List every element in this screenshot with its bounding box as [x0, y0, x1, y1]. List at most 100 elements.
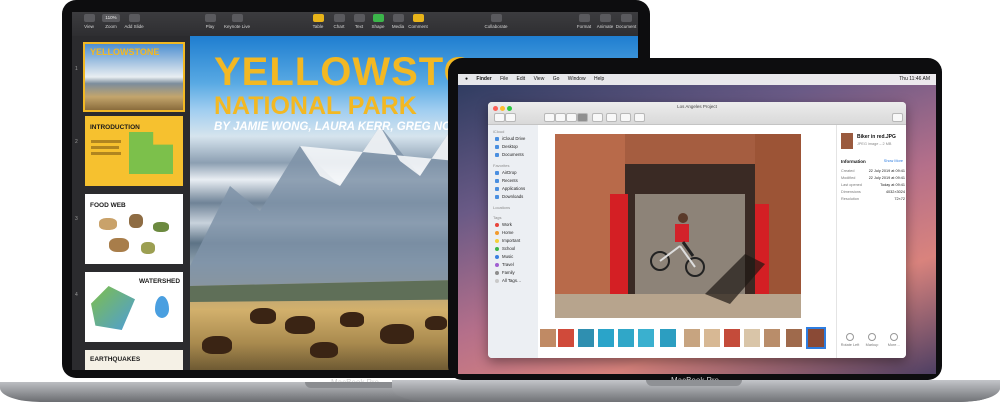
format-button[interactable]: Format [574, 14, 594, 29]
slide-thumbnail-1[interactable]: YELLOWSTONE [83, 42, 185, 112]
action-button[interactable] [606, 113, 617, 122]
gallery-thumbnail[interactable] [684, 329, 700, 347]
slide-byline: BY JAMIE WONG, LAURA KERR, GREG NOVICK [214, 121, 479, 133]
menu-go[interactable]: Go [553, 74, 560, 85]
sidebar-tag-all[interactable]: All Tags… [495, 278, 521, 284]
share-button[interactable] [620, 113, 631, 122]
sidebar-tag-work[interactable]: Work [495, 222, 512, 228]
show-more-link[interactable]: Show More [884, 159, 903, 163]
macbook-left-notch [305, 382, 400, 388]
view-button[interactable]: View [78, 14, 100, 29]
menu-clock[interactable]: Thu 11:46 AM [899, 74, 930, 85]
back-button[interactable] [494, 113, 505, 122]
play-button[interactable]: Play [200, 14, 220, 29]
menu-view[interactable]: View [534, 74, 545, 85]
tag-dot-icon [495, 262, 499, 267]
shape-button[interactable]: Shape [368, 14, 388, 29]
slide-thumbnail-3[interactable]: FOOD WEB [85, 194, 183, 264]
sidebar-item-downloads[interactable]: Downloads [495, 194, 523, 200]
sidebar-tag-family[interactable]: Family [495, 270, 515, 276]
sidebar-icon [83, 14, 95, 22]
sidebar-tag-travel[interactable]: Travel [495, 262, 514, 268]
gallery-thumbnail[interactable] [764, 329, 780, 347]
sidebar-item-icloud-drive[interactable]: iCloud Drive [495, 136, 525, 142]
slide-thumbnail-4[interactable]: WATERSHED [85, 272, 183, 342]
sidebar-item-desktop[interactable]: Desktop [495, 144, 518, 150]
search-button[interactable] [892, 113, 903, 122]
menu-bar: ● Finder File Edit View Go Window Help T… [458, 74, 936, 85]
cloud-icon [495, 136, 499, 141]
apple-icon[interactable]: ● [465, 74, 468, 85]
animate-button[interactable]: Animate [594, 14, 616, 29]
add-slide-button[interactable]: Add Slide [122, 14, 146, 29]
media-button[interactable]: Media [388, 14, 408, 29]
list-view-button[interactable] [555, 113, 566, 122]
collaborate-button[interactable]: Collaborate [482, 14, 510, 29]
text-button[interactable]: Text [349, 14, 369, 29]
gallery-preview-image[interactable] [555, 134, 801, 318]
menu-finder[interactable]: Finder [476, 74, 491, 85]
gallery-thumbnail[interactable] [744, 329, 760, 347]
tag-button[interactable] [634, 113, 645, 122]
shape-icon [372, 14, 384, 22]
collaborate-icon [490, 14, 502, 22]
slide-thumbnail-5[interactable]: EARTHQUAKES [85, 350, 183, 370]
column-view-button[interactable] [566, 113, 577, 122]
sidebar-tag-music[interactable]: Music [495, 254, 513, 260]
forward-button[interactable] [505, 113, 516, 122]
gallery-thumbnail-strip [538, 327, 830, 350]
gallery-thumbnail[interactable] [540, 329, 556, 347]
gallery-thumbnail[interactable] [618, 329, 634, 347]
icon-view-button[interactable] [544, 113, 555, 122]
applications-icon [495, 186, 499, 191]
finder-sidebar: iCloud iCloud Drive Desktop Documents Fa… [488, 125, 538, 358]
group-button[interactable] [592, 113, 603, 122]
keynote-live-button[interactable]: Keynote Live [222, 14, 252, 29]
markup-button[interactable]: Markup [861, 333, 883, 347]
gallery-thumbnail-selected[interactable] [806, 327, 826, 349]
document-button[interactable]: Document [615, 14, 637, 29]
info-row-dimensions: Dimensions 4032×3024 [841, 190, 905, 194]
gallery-thumbnail[interactable] [578, 329, 594, 347]
sidebar-item-applications[interactable]: Applications [495, 186, 525, 192]
sidebar-item-documents[interactable]: Documents [495, 152, 524, 158]
sidebar-tag-school[interactable]: School [495, 246, 515, 252]
menu-edit[interactable]: Edit [517, 74, 526, 85]
media-icon [392, 14, 404, 22]
gallery-view-button[interactable] [577, 113, 588, 122]
sidebar-tag-home[interactable]: Home [495, 230, 513, 236]
gallery-thumbnail[interactable] [558, 329, 574, 347]
sidebar-item-airdrop[interactable]: AirDrop [495, 170, 517, 176]
menu-window[interactable]: Window [568, 74, 586, 85]
sidebar-tag-important[interactable]: Important [495, 238, 520, 244]
gallery-thumbnail[interactable] [638, 329, 654, 347]
more-button[interactable]: More… [883, 333, 905, 347]
zoom-button[interactable]: 110% Zoom [100, 14, 122, 29]
table-icon [312, 14, 324, 22]
keynote-live-icon [231, 14, 243, 22]
gallery-thumbnail[interactable] [724, 329, 740, 347]
menu-file[interactable]: File [500, 74, 508, 85]
gallery-thumbnail[interactable] [704, 329, 720, 347]
gallery-thumbnail[interactable] [786, 329, 802, 347]
sidebar-item-recents[interactable]: Recents [495, 178, 518, 184]
window-title: Los Angeles Project [677, 104, 717, 109]
slide-title: YELLOWSTO [214, 50, 476, 94]
chart-button[interactable]: Chart [329, 14, 349, 29]
document-icon [495, 152, 499, 157]
slide-navigator: 1 YELLOWSTONE 2 INTRODUCTION 3 FOOD WEB … [72, 36, 190, 370]
bison-figure [340, 312, 364, 327]
slide-thumbnail-2[interactable]: INTRODUCTION [85, 116, 183, 186]
finder-titlebar: Los Angeles Project [488, 102, 906, 125]
tag-dot-icon [495, 246, 499, 251]
gallery-thumbnail[interactable] [598, 329, 614, 347]
info-row-last-opened: Last opened Today at 09:41 [841, 183, 905, 187]
rotate-left-button[interactable]: Rotate Left [839, 333, 861, 347]
tag-dot-icon [495, 254, 499, 259]
menu-help[interactable]: Help [594, 74, 604, 85]
info-row-resolution: Resolution 72×72 [841, 197, 905, 201]
gallery-thumbnail[interactable] [660, 329, 676, 347]
comment-button[interactable]: Comment [406, 14, 430, 29]
table-button[interactable]: Table [308, 14, 328, 29]
macbook-right-notch [646, 380, 742, 386]
